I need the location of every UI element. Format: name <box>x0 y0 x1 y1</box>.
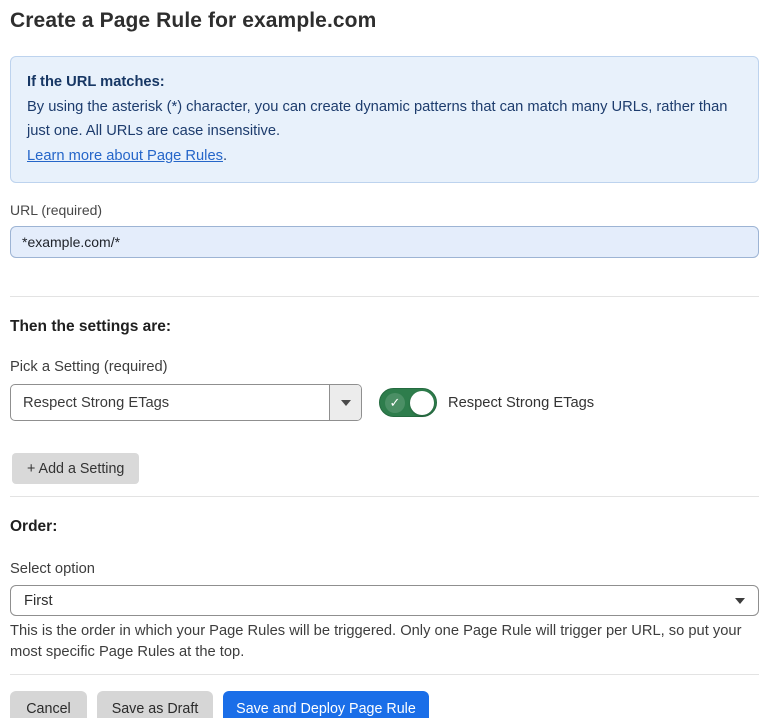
setting-row: Respect Strong ETags ✓ Respect Strong ET… <box>10 384 759 421</box>
setting-toggle[interactable]: ✓ <box>379 388 437 417</box>
dropdown-arrow-icon <box>341 400 351 406</box>
order-select[interactable]: First <box>10 585 759 616</box>
order-select-value: First <box>24 593 53 609</box>
setting-select-value: Respect Strong ETags <box>11 385 329 420</box>
order-help-text: This is the order in which your Page Rul… <box>10 621 755 663</box>
toggle-label: Respect Strong ETags <box>448 395 594 411</box>
url-input[interactable] <box>10 226 759 258</box>
page-title: Create a Page Rule for example.com <box>10 9 759 33</box>
save-draft-button[interactable]: Save as Draft <box>97 691 213 718</box>
chevron-down-icon <box>735 598 745 604</box>
page-rule-form: Create a Page Rule for example.com If th… <box>0 0 769 718</box>
info-box-link-line: Learn more about Page Rules. <box>27 144 742 169</box>
divider <box>10 496 759 497</box>
link-suffix: . <box>223 148 227 164</box>
info-box-heading: If the URL matches: <box>27 70 742 95</box>
setting-select[interactable]: Respect Strong ETags <box>10 384 362 421</box>
setting-select-arrow-button[interactable] <box>329 385 361 420</box>
cancel-button[interactable]: Cancel <box>10 691 87 718</box>
url-field-label: URL (required) <box>10 202 759 218</box>
pick-setting-label: Pick a Setting (required) <box>10 359 759 375</box>
order-section-heading: Order: <box>10 518 759 536</box>
settings-section-heading: Then the settings are: <box>10 318 759 336</box>
divider <box>10 296 759 297</box>
learn-more-link[interactable]: Learn more about Page Rules <box>27 148 223 164</box>
info-box-body: By using the asterisk (*) character, you… <box>27 95 742 144</box>
save-deploy-button[interactable]: Save and Deploy Page Rule <box>223 691 429 718</box>
divider <box>10 674 759 675</box>
order-select-label: Select option <box>10 561 759 577</box>
add-setting-button[interactable]: + Add a Setting <box>12 453 139 484</box>
check-icon: ✓ <box>385 393 405 413</box>
toggle-knob <box>410 391 434 415</box>
url-match-info-box: If the URL matches: By using the asteris… <box>10 56 759 183</box>
footer-actions: Cancel Save as Draft Save and Deploy Pag… <box>10 691 759 718</box>
